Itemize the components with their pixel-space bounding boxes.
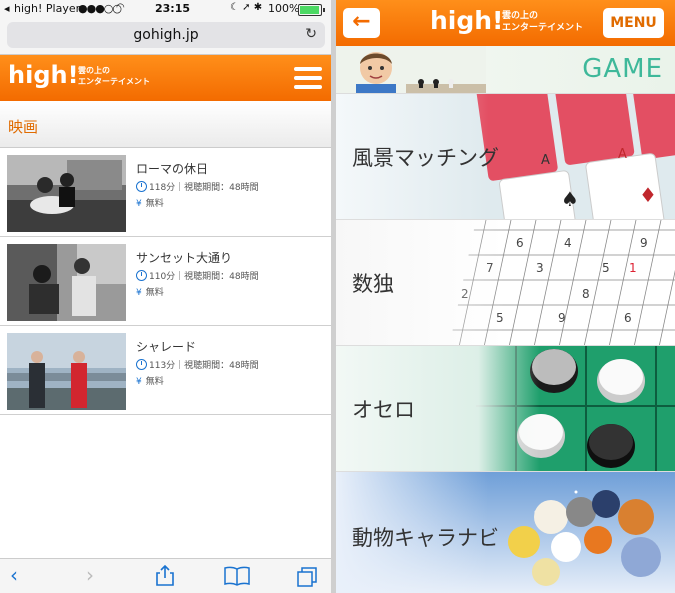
tabs-icon[interactable] xyxy=(296,566,318,593)
game-app-pane: ← high! 雲の上の エンターテイメント MENU GAME 風景マッチング… xyxy=(336,0,675,593)
app-logo: high! xyxy=(430,6,504,35)
browser-pane: ◂ high! Player ●●●○○ ◠ 23:15 ☾ ➚ ✱ 100% … xyxy=(0,0,331,593)
game-section-title: GAME xyxy=(582,54,663,84)
back-to-app-icon[interactable]: ◂ xyxy=(4,2,10,15)
movie-duration: 118分｜視聴期間：48時間 xyxy=(149,183,259,193)
movie-info: 113分｜視聴期間：48時間 xyxy=(136,358,259,371)
status-bar: ◂ high! Player ●●●○○ ◠ 23:15 ☾ ➚ ✱ 100% xyxy=(0,0,331,18)
wifi-icon: ◠ xyxy=(116,2,125,13)
site-logo[interactable]: high! xyxy=(8,61,79,89)
movie-thumbnail[interactable] xyxy=(7,155,126,232)
hamburger-menu-icon[interactable] xyxy=(294,67,322,94)
yen-icon: ¥ xyxy=(136,288,142,298)
movie-title[interactable]: サンセット大通り xyxy=(136,249,232,266)
clock-icon xyxy=(136,359,147,370)
game-label[interactable]: 数独 xyxy=(352,268,394,298)
movie-info: 118分｜視聴期間：48時間 xyxy=(136,180,259,193)
movie-price-text: 無料 xyxy=(145,288,164,298)
movie-price-text: 無料 xyxy=(145,199,164,209)
movie-item[interactable]: シャレード 113分｜視聴期間：48時間 ¥ 無料 xyxy=(0,326,331,415)
game-tile-sudoku[interactable]: 649 735 281 596 数独 xyxy=(336,220,675,346)
clock-icon xyxy=(136,181,147,192)
movie-title[interactable]: シャレード xyxy=(136,338,196,355)
yen-icon: ¥ xyxy=(136,377,142,387)
movie-duration: 113分｜視聴期間：48時間 xyxy=(149,361,259,371)
section-title: 映画 xyxy=(8,118,39,136)
game-tile-othello[interactable]: オセロ xyxy=(336,346,675,472)
back-icon[interactable]: ‹ xyxy=(10,563,18,587)
back-app-label[interactable]: high! Player xyxy=(14,2,80,15)
movie-duration: 110分｜視聴期間：48時間 xyxy=(149,272,259,282)
movie-info: 110分｜視聴期間：48時間 xyxy=(136,269,259,282)
movie-item[interactable]: サンセット大通り 110分｜視聴期間：48時間 ¥ 無料 xyxy=(0,237,331,326)
movie-item[interactable]: ローマの休日 118分｜視聴期間：48時間 ¥ 無料 xyxy=(0,148,331,237)
movie-price: ¥ 無料 xyxy=(136,374,164,387)
tagline-line2: エンターテイメント xyxy=(78,77,150,86)
game-tile-landscape-matching[interactable]: A ♠ A ♦ 風景マッチング xyxy=(336,94,675,220)
game-tile-animal-navi[interactable]: 動物キャラナビ xyxy=(336,472,675,593)
section-header: 映画 xyxy=(0,101,331,148)
url-bar: gohigh.jp ↻ xyxy=(0,18,331,55)
movie-price-text: 無料 xyxy=(145,377,164,387)
address-field[interactable]: gohigh.jp ↻ xyxy=(7,22,325,48)
app-tagline-line2: エンターテイメント xyxy=(502,23,584,33)
reload-icon[interactable]: ↻ xyxy=(305,26,317,42)
app-tagline-line1: 雲の上の xyxy=(502,11,539,21)
browser-toolbar: ‹ › xyxy=(0,558,331,593)
game-label[interactable]: 風景マッチング xyxy=(352,142,499,172)
boy-chess-illustration xyxy=(336,46,486,93)
share-icon[interactable] xyxy=(155,564,175,591)
movie-thumbnail[interactable] xyxy=(7,244,126,321)
tagline-line1: 雲の上の xyxy=(78,66,110,75)
movie-thumbnail[interactable] xyxy=(7,333,126,410)
app-tagline: 雲の上の エンターテイメント xyxy=(502,10,583,34)
site-tagline: 雲の上の エンターテイメント xyxy=(78,65,150,87)
movie-list: ローマの休日 118分｜視聴期間：48時間 ¥ 無料 サンセット大通り 110分｜… xyxy=(0,148,331,415)
game-label[interactable]: オセロ xyxy=(352,394,415,424)
movie-title[interactable]: ローマの休日 xyxy=(136,160,208,177)
site-header: high! 雲の上の エンターテイメント xyxy=(0,55,331,101)
signal-icon: ●●●○○ xyxy=(78,2,122,15)
battery-icon xyxy=(298,4,325,16)
movie-price: ¥ 無料 xyxy=(136,196,164,209)
menu-button[interactable]: MENU xyxy=(603,8,664,38)
bookmarks-icon[interactable] xyxy=(224,566,250,591)
movie-price: ¥ 無料 xyxy=(136,285,164,298)
url-text[interactable]: gohigh.jp xyxy=(7,27,325,43)
clock-icon xyxy=(136,270,147,281)
status-time: 23:15 xyxy=(155,2,191,15)
battery-percent: 100% xyxy=(268,2,300,15)
app-header: ← high! 雲の上の エンターテイメント MENU xyxy=(336,0,675,46)
yen-icon: ¥ xyxy=(136,199,142,209)
forward-icon[interactable]: › xyxy=(86,563,94,587)
game-label[interactable]: 動物キャラナビ xyxy=(352,522,499,552)
back-button[interactable]: ← xyxy=(343,8,380,38)
status-icons: ☾ ➚ ✱ xyxy=(230,2,263,13)
game-banner: GAME xyxy=(336,46,675,94)
